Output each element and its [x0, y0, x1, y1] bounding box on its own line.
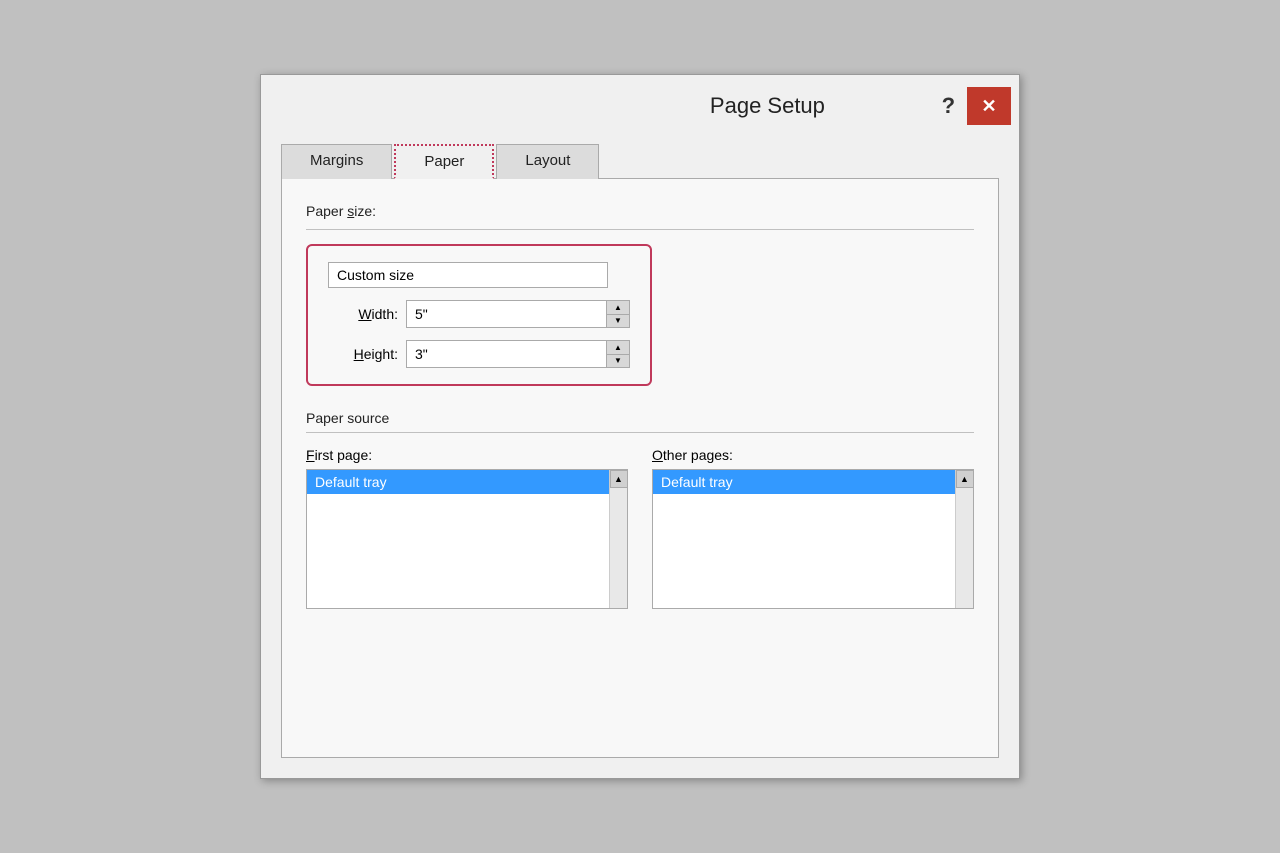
other-pages-col: Other pages: Default tray — [652, 447, 974, 609]
paper-size-section-title: Paper size: — [306, 203, 974, 219]
first-page-listbox[interactable]: Default tray — [307, 470, 609, 608]
first-page-listbox-wrapper: Default tray — [306, 469, 628, 609]
paper-size-dropdown-row: Custom size Letter A4 Legal A3 A5 — [328, 262, 630, 288]
first-page-scroll-up[interactable] — [610, 470, 628, 488]
page-setup-dialog: Page Setup ? ✕ Margins Paper Layout Pape… — [260, 74, 1020, 779]
height-input[interactable] — [406, 340, 606, 368]
height-row: Height: — [328, 340, 630, 368]
height-spin-down[interactable] — [607, 355, 629, 368]
height-spin-up[interactable] — [607, 341, 629, 355]
width-input[interactable] — [406, 300, 606, 328]
width-spin-down[interactable] — [607, 315, 629, 328]
paper-source-divider — [306, 432, 974, 433]
tab-layout[interactable]: Layout — [496, 144, 599, 179]
paper-size-select[interactable]: Custom size Letter A4 Legal A3 A5 — [328, 262, 608, 288]
paper-size-dropdown-wrapper: Custom size Letter A4 Legal A3 A5 — [328, 262, 608, 288]
first-page-col: First page: Default tray — [306, 447, 628, 609]
title-bar: Page Setup ? ✕ — [261, 75, 1019, 133]
height-spinner — [406, 340, 630, 368]
first-page-scrollbar — [609, 470, 627, 608]
paper-size-box: Custom size Letter A4 Legal A3 A5 Width: — [306, 244, 652, 386]
paper-source-label: Paper source — [306, 410, 389, 426]
tab-paper[interactable]: Paper — [394, 144, 494, 179]
paper-size-divider — [306, 229, 974, 230]
other-pages-label: Other pages: — [652, 447, 974, 463]
tabs-area: Margins Paper Layout — [261, 133, 1019, 178]
width-spinner — [406, 300, 630, 328]
title-bar-actions: ? ✕ — [934, 87, 1011, 125]
help-button[interactable]: ? — [934, 93, 963, 119]
tab-margins[interactable]: Margins — [281, 144, 392, 179]
width-row: Width: — [328, 300, 630, 328]
height-spin-buttons — [606, 340, 630, 368]
width-spin-buttons — [606, 300, 630, 328]
paper-source-section-title: Paper source — [306, 410, 974, 426]
dialog-title: Page Setup — [601, 93, 933, 119]
close-button[interactable]: ✕ — [967, 87, 1011, 125]
content-area: Paper size: Custom size Letter A4 Legal … — [281, 178, 999, 758]
other-pages-listbox-wrapper: Default tray — [652, 469, 974, 609]
paper-size-inner: Custom size Letter A4 Legal A3 A5 Width: — [328, 262, 630, 368]
first-page-default-tray[interactable]: Default tray — [307, 470, 609, 494]
other-pages-default-tray[interactable]: Default tray — [653, 470, 955, 494]
paper-size-label: Paper size: — [306, 203, 376, 219]
other-pages-listbox[interactable]: Default tray — [653, 470, 955, 608]
first-page-label: First page: — [306, 447, 628, 463]
width-label: Width: — [328, 306, 398, 322]
height-label: Height: — [328, 346, 398, 362]
source-columns: First page: Default tray Other page — [306, 447, 974, 609]
other-pages-scrollbar — [955, 470, 973, 608]
width-spin-up[interactable] — [607, 301, 629, 315]
other-pages-scroll-up[interactable] — [956, 470, 974, 488]
